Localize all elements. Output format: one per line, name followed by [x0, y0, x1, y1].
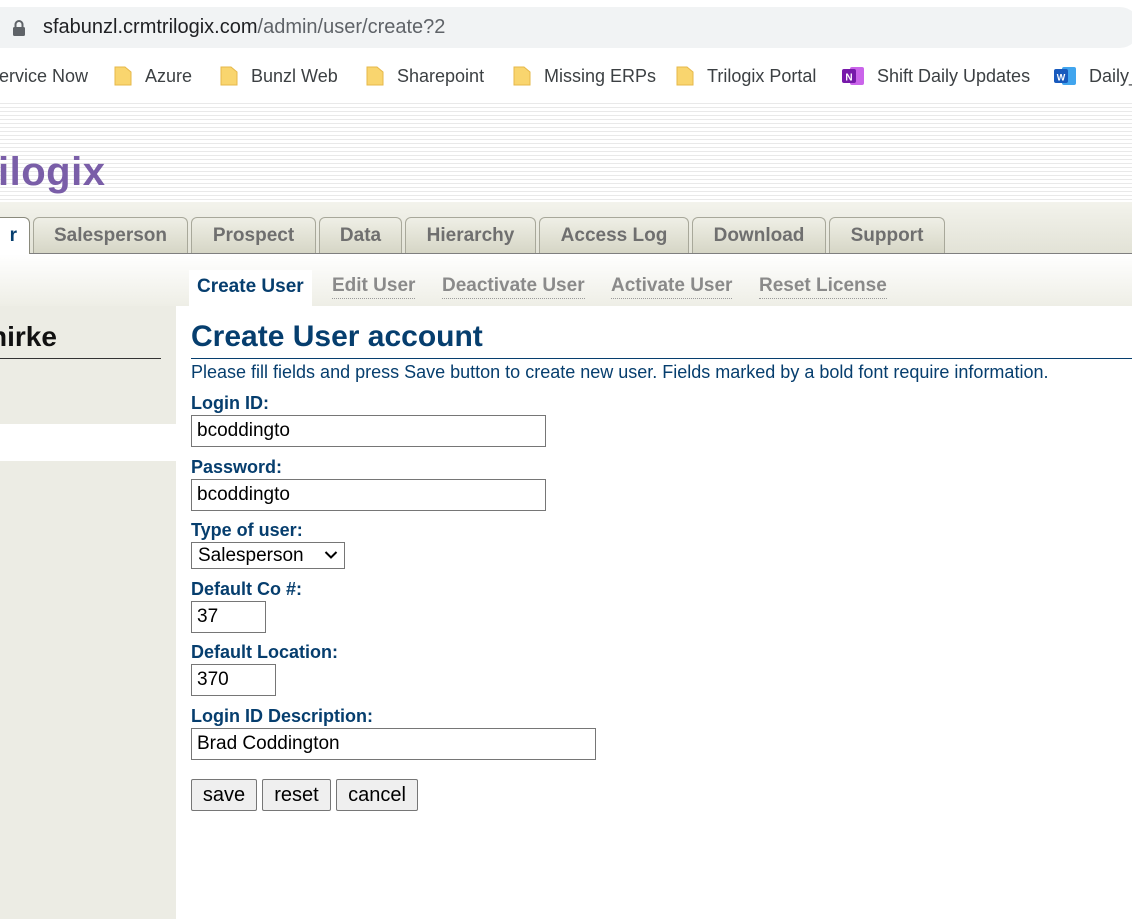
folder-icon	[220, 66, 238, 86]
description-input[interactable]	[191, 728, 596, 760]
page-title: Create User account	[191, 320, 483, 353]
app-logo[interactable]: ilogix	[0, 150, 105, 195]
tab-access-log[interactable]: Access Log	[539, 217, 689, 253]
bookmarks-bar: ervice Now Azure Bunzl Web Sharepoint Mi…	[0, 56, 1132, 96]
bookmark-label: Shift Daily Updates	[877, 65, 1031, 86]
tab-label: Data	[339, 224, 382, 246]
login-id-input[interactable]	[191, 415, 546, 447]
submenu-reset-license[interactable]: Reset License	[759, 275, 887, 299]
title-divider	[191, 358, 1132, 359]
submenu-edit-user[interactable]: Edit User	[332, 275, 416, 299]
default-location-label: Default Location:	[191, 642, 338, 662]
description-label: Login ID Description:	[191, 706, 373, 726]
tab-download[interactable]: Download	[692, 217, 826, 253]
login-id-label: Login ID:	[191, 393, 269, 413]
type-of-user-select[interactable]: Salesperson	[191, 542, 345, 569]
lock-icon[interactable]	[12, 20, 26, 36]
url-text[interactable]: sfabunzl.crmtrilogix.com/admin/user/crea…	[43, 16, 445, 39]
tab-label: Salesperson	[54, 224, 167, 246]
bookmark-sharepoint[interactable]: Sharepoint	[365, 65, 484, 87]
tab-user[interactable]: r	[0, 217, 30, 254]
tab-label: Support	[850, 224, 924, 246]
svg-text:N: N	[845, 73, 852, 84]
submenu-create-user[interactable]: Create User	[189, 270, 312, 306]
tab-data[interactable]: Data	[319, 217, 402, 253]
tab-hierarchy[interactable]: Hierarchy	[405, 217, 536, 253]
bookmark-label: Trilogix Portal	[707, 65, 817, 86]
bookmark-label: Daily_	[1089, 65, 1132, 86]
header-banner	[0, 100, 1132, 202]
chevron-down-icon	[324, 551, 338, 559]
reset-button[interactable]: reset	[262, 779, 331, 811]
password-label: Password:	[191, 457, 283, 477]
folder-icon	[366, 66, 384, 86]
username-divider	[0, 358, 161, 359]
sidebar-lower-panel	[0, 461, 176, 919]
sidebar-gap	[0, 424, 176, 461]
svg-text:W: W	[1057, 73, 1066, 83]
type-of-user-label: Type of user:	[191, 520, 303, 540]
url-path: /admin/user/create?2	[257, 16, 446, 38]
bookmark-trilogix-portal[interactable]: Trilogix Portal	[675, 65, 816, 87]
default-location-input[interactable]	[191, 664, 276, 696]
submenu-activate-user[interactable]: Activate User	[611, 275, 733, 299]
default-co-label: Default Co #:	[191, 579, 303, 599]
sidebar-username: hirke	[0, 321, 57, 352]
folder-icon	[513, 66, 531, 86]
bookmark-bunzl-web[interactable]: Bunzl Web	[219, 65, 338, 87]
bookmark-missing-erps[interactable]: Missing ERPs	[512, 65, 656, 87]
url-host: sfabunzl.crmtrilogix.com	[43, 16, 258, 38]
bookmark-azure[interactable]: Azure	[113, 65, 192, 87]
tab-salesperson[interactable]: Salesperson	[33, 217, 188, 253]
submenu-deactivate-user[interactable]: Deactivate User	[442, 275, 585, 299]
folder-icon	[676, 66, 694, 86]
onenote-icon: N	[842, 67, 864, 85]
cancel-button[interactable]: cancel	[336, 779, 418, 811]
bookmark-label: Bunzl Web	[251, 65, 338, 86]
bookmark-service-now[interactable]: ervice Now	[0, 65, 88, 87]
tab-prospect[interactable]: Prospect	[191, 217, 316, 253]
bookmark-shift-daily-updates[interactable]: N Shift Daily Updates	[842, 65, 1030, 87]
default-co-input[interactable]	[191, 601, 266, 633]
tab-label: Prospect	[212, 224, 295, 246]
bookmark-label: Missing ERPs	[544, 65, 657, 86]
bookmark-label: Sharepoint	[397, 65, 485, 86]
type-of-user-value: Salesperson	[198, 544, 304, 566]
tab-label: Download	[713, 224, 805, 246]
address-bar: sfabunzl.crmtrilogix.com/admin/user/crea…	[0, 0, 1132, 56]
bookmark-daily[interactable]: W Daily_	[1054, 65, 1132, 87]
folder-icon	[114, 66, 132, 86]
bookmark-label: Azure	[145, 65, 193, 86]
tab-support[interactable]: Support	[829, 217, 945, 253]
password-input[interactable]	[191, 479, 546, 511]
save-button[interactable]: save	[191, 779, 257, 811]
form-instructions: Please fill fields and press Save button…	[191, 362, 1049, 382]
word-icon: W	[1054, 67, 1076, 85]
tab-label: Access Log	[560, 224, 668, 246]
tab-label: r	[9, 225, 17, 246]
tab-label: Hierarchy	[426, 224, 515, 246]
bookmark-label: ervice Now	[0, 65, 89, 86]
